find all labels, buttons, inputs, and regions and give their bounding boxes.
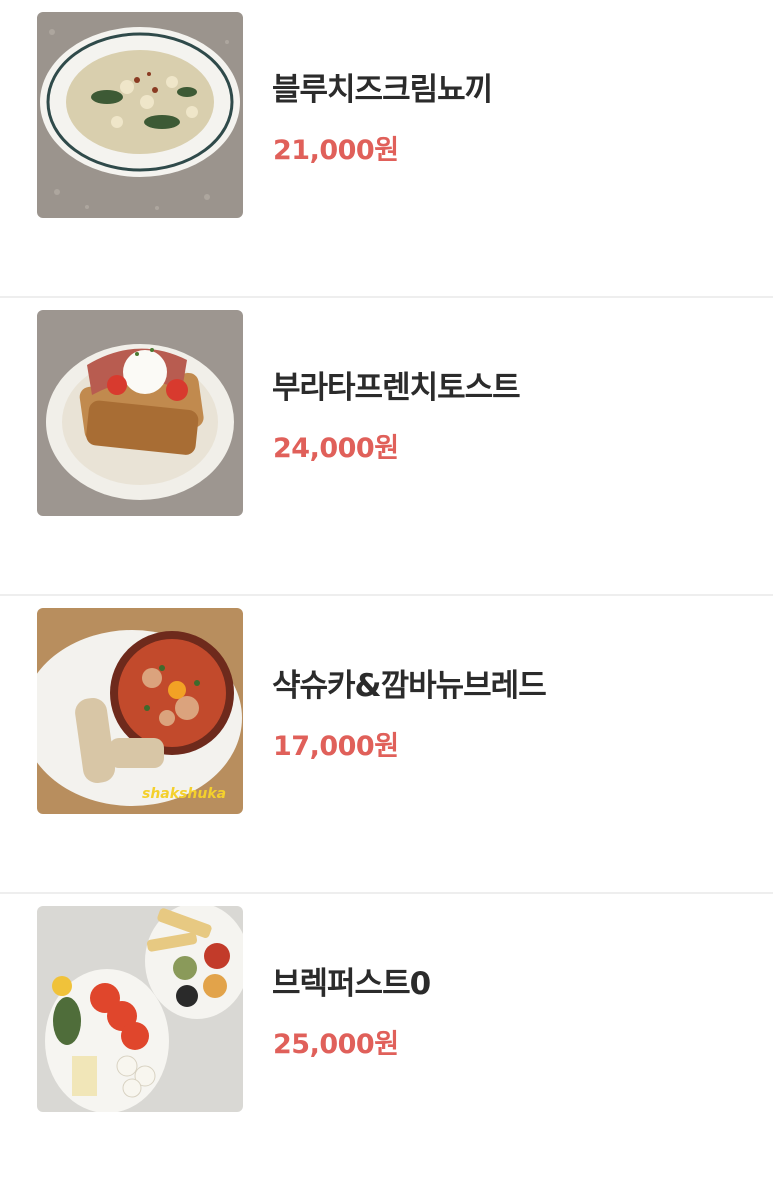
menu-item[interactable]: 블루치즈크림뇨끼 21,000원 (0, 0, 773, 298)
menu-item-price: 17,000원 (273, 731, 399, 762)
menu-item-name: 브렉퍼스트0 (272, 966, 431, 1002)
shakshuka-caption: shakshuka (142, 786, 226, 802)
gnocchi-image (37, 12, 243, 218)
menu-list: 블루치즈크림뇨끼 21,000원 부라타프렌치토스트 24,000원 shaks… (0, 0, 773, 1192)
menu-item[interactable]: 브렉퍼스트0 25,000원 (0, 894, 773, 1192)
menu-item-name: 샥슈카&깜바뉴브레드 (272, 668, 547, 704)
menu-item-price: 25,000원 (273, 1029, 399, 1060)
menu-item-price: 21,000원 (273, 135, 399, 166)
menu-item-price: 24,000원 (273, 433, 399, 464)
menu-item[interactable]: 부라타프렌치토스트 24,000원 (0, 298, 773, 596)
menu-item-name: 부라타프렌치토스트 (272, 370, 521, 406)
shakshuka-image: shakshuka (37, 608, 243, 814)
menu-item[interactable]: shakshuka 샥슈카&깜바뉴브레드 17,000원 (0, 596, 773, 894)
menu-item-name: 블루치즈크림뇨끼 (272, 72, 493, 108)
breakfast-image (37, 906, 243, 1112)
french-toast-image (37, 310, 243, 516)
